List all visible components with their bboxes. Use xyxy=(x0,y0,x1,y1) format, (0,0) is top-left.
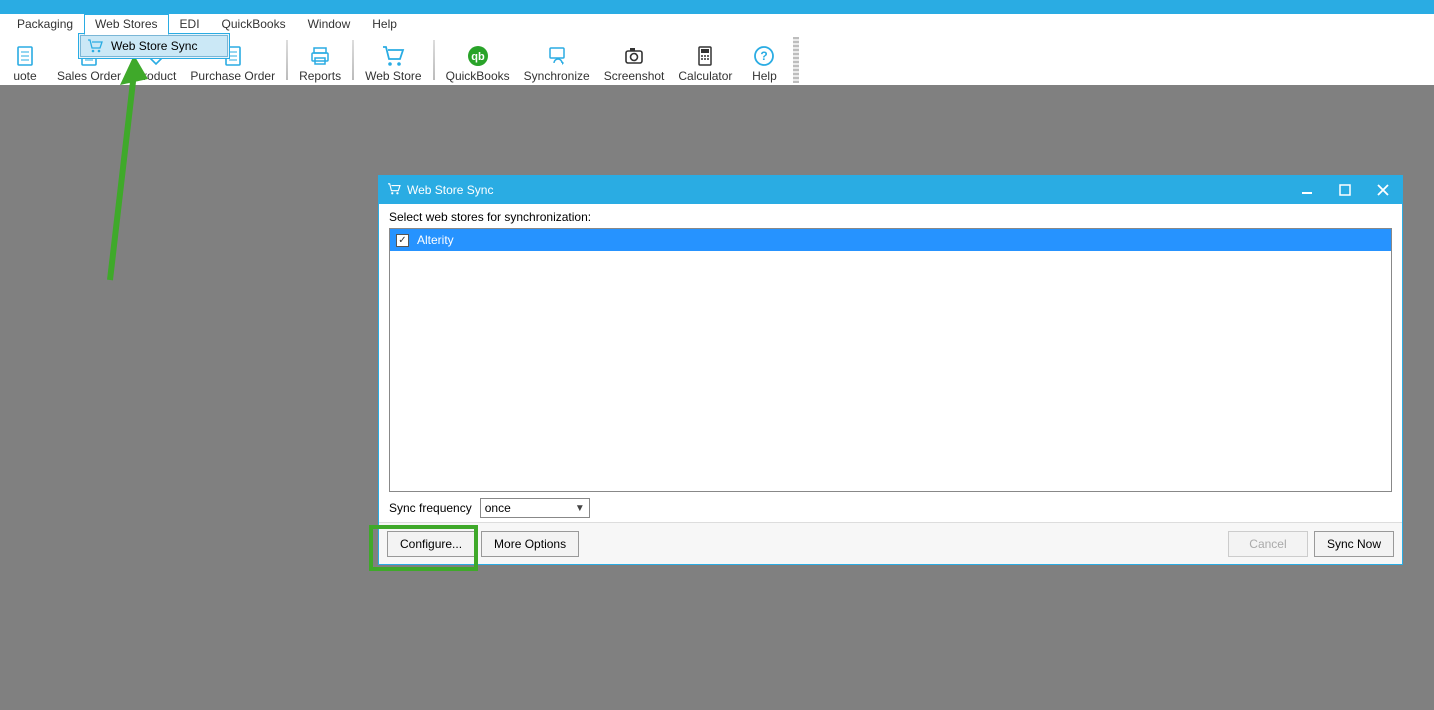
doc-icon xyxy=(14,43,36,69)
dialog-footer: Configure... More Options Cancel Sync No… xyxy=(379,522,1402,564)
help-icon: ? xyxy=(753,43,775,69)
toolbar-label: Sales Order xyxy=(57,69,121,83)
toolbar-label: uote xyxy=(13,69,36,83)
minimize-button[interactable] xyxy=(1288,176,1326,204)
menu-web-stores[interactable]: Web Stores xyxy=(84,14,168,35)
toolbar-label: Product xyxy=(135,69,176,83)
sync-now-button[interactable]: Sync Now xyxy=(1314,531,1394,557)
toolbar-separator xyxy=(352,40,354,80)
sync-frequency-select[interactable]: once ▼ xyxy=(480,498,590,518)
camera-icon xyxy=(623,43,645,69)
dropdown-item-label: Web Store Sync xyxy=(111,39,197,53)
calc-icon xyxy=(694,43,716,69)
toolbar-label: Help xyxy=(752,69,777,83)
dialog-title-text: Web Store Sync xyxy=(407,183,493,197)
quote-button[interactable]: uote xyxy=(0,36,50,84)
toolbar-label: Web Store xyxy=(365,69,421,83)
toolbar-separator xyxy=(286,40,288,80)
toolbar-label: Screenshot xyxy=(604,69,665,83)
toolbar-separator xyxy=(433,40,435,80)
menu-help[interactable]: Help xyxy=(361,14,408,35)
web-store-sync-dialog: Web Store Sync Select web stores for syn… xyxy=(378,175,1403,565)
help-button[interactable]: ? Help xyxy=(739,36,789,84)
toolbar-label: Synchronize xyxy=(524,69,590,83)
dialog-body: Select web stores for synchronization: ✓… xyxy=(379,204,1402,522)
window-controls xyxy=(1288,176,1402,204)
app-title-bar xyxy=(0,0,1434,14)
dialog-prompt: Select web stores for synchronization: xyxy=(389,210,1392,224)
reports-button[interactable]: Reports xyxy=(292,36,348,84)
annotation-arrow xyxy=(98,55,158,285)
web-stores-dropdown: Web Store Sync xyxy=(78,33,230,59)
checkbox[interactable]: ✓ xyxy=(396,234,409,247)
menu-quickbooks[interactable]: QuickBooks xyxy=(211,14,297,35)
cart-icon xyxy=(387,183,401,198)
toolbar-label: QuickBooks xyxy=(446,69,510,83)
web-store-button[interactable]: Web Store xyxy=(358,36,428,84)
close-button[interactable] xyxy=(1364,176,1402,204)
cart-icon xyxy=(381,43,405,69)
menu-bar: Packaging Web Stores EDI QuickBooks Wind… xyxy=(0,14,1434,35)
dropdown-item-web-store-sync[interactable]: Web Store Sync xyxy=(80,35,228,57)
menu-edi[interactable]: EDI xyxy=(169,14,211,35)
qb-icon: qb xyxy=(467,43,489,69)
sync-frequency-row: Sync frequency once ▼ xyxy=(389,498,1392,518)
sync-icon xyxy=(546,43,568,69)
web-store-list[interactable]: ✓ Alterity xyxy=(389,228,1392,492)
menu-window[interactable]: Window xyxy=(297,14,362,35)
toolbar-label: Calculator xyxy=(678,69,732,83)
more-options-button[interactable]: More Options xyxy=(481,531,579,557)
svg-text:?: ? xyxy=(761,49,768,63)
calculator-button[interactable]: Calculator xyxy=(671,36,739,84)
toolbar-label: Reports xyxy=(299,69,341,83)
sync-frequency-label: Sync frequency xyxy=(389,501,472,515)
menu-packaging[interactable]: Packaging xyxy=(6,14,84,35)
quickbooks-button[interactable]: qb QuickBooks xyxy=(439,36,517,84)
list-item[interactable]: ✓ Alterity xyxy=(390,229,1391,251)
toolbar-label: Purchase Order xyxy=(190,69,275,83)
printer-icon xyxy=(309,43,331,69)
dialog-title-bar[interactable]: Web Store Sync xyxy=(379,176,1402,204)
svg-text:qb: qb xyxy=(471,51,485,63)
cart-icon xyxy=(87,39,103,53)
toolbar-grip xyxy=(793,37,799,83)
configure-button[interactable]: Configure... xyxy=(387,531,475,557)
cancel-button[interactable]: Cancel xyxy=(1228,531,1308,557)
synchronize-button[interactable]: Synchronize xyxy=(517,36,597,84)
list-item-label: Alterity xyxy=(417,233,454,247)
chevron-down-icon: ▼ xyxy=(575,503,585,514)
screenshot-button[interactable]: Screenshot xyxy=(597,36,672,84)
select-value: once xyxy=(485,501,511,515)
maximize-button[interactable] xyxy=(1326,176,1364,204)
